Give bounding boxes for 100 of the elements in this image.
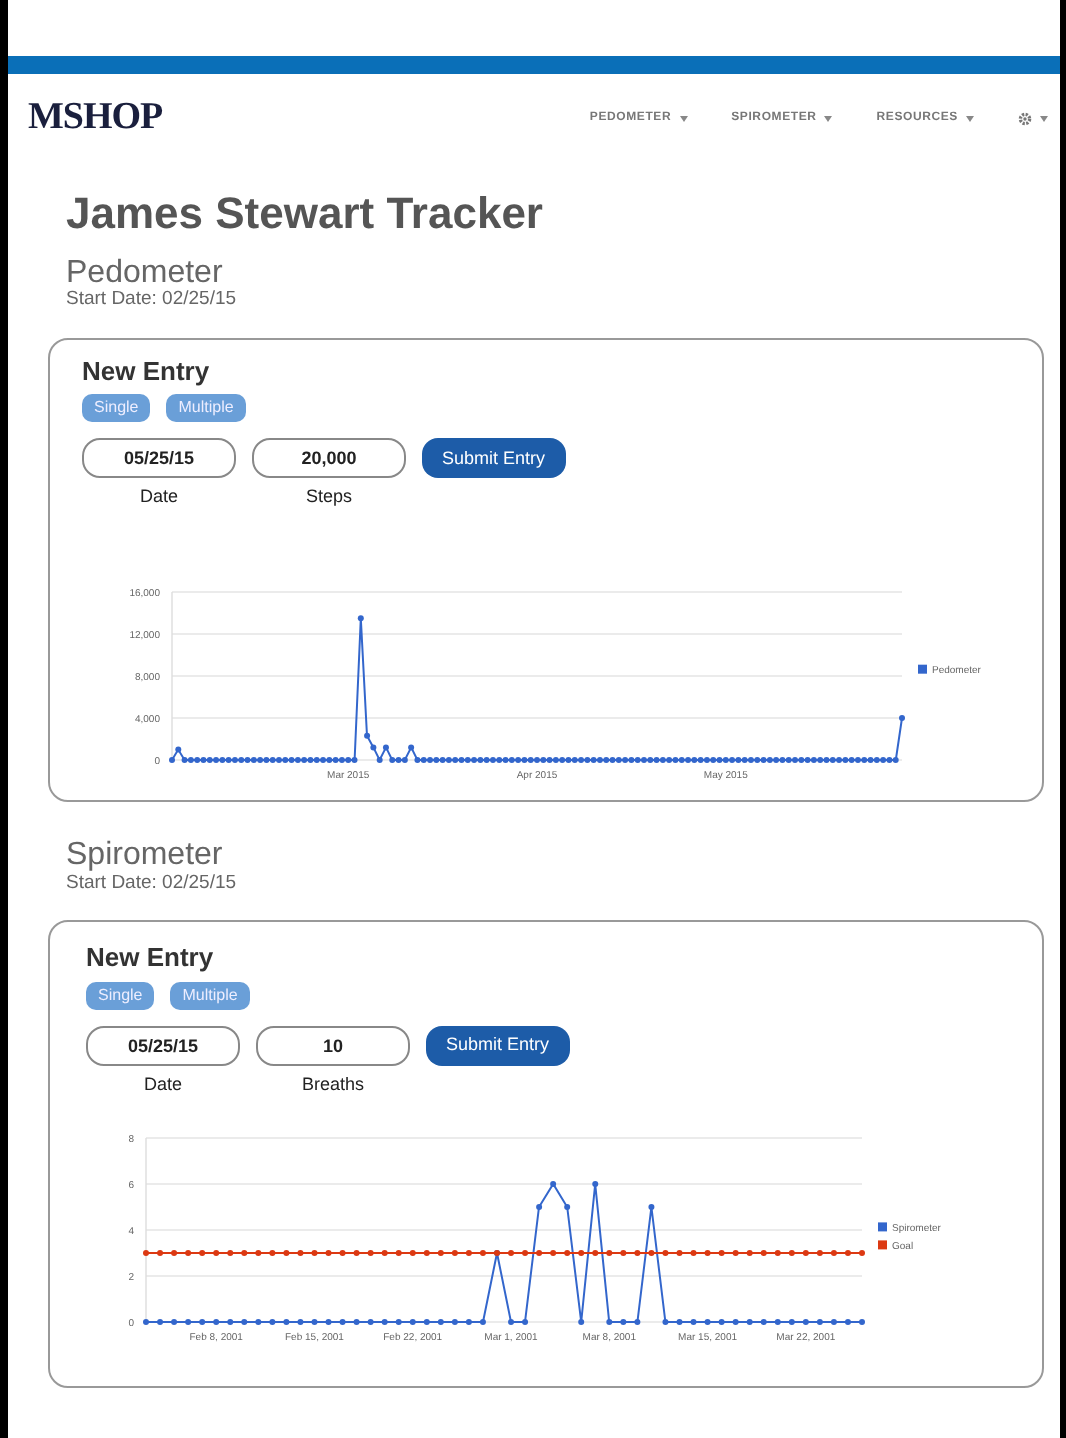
data-point (451, 1250, 458, 1257)
data-point (297, 1319, 304, 1326)
data-point (760, 1250, 767, 1257)
data-point (171, 1250, 178, 1257)
data-point (718, 1250, 725, 1257)
data-point (227, 1319, 234, 1326)
data-point (437, 1319, 444, 1326)
data-point (774, 1319, 781, 1326)
data-point (760, 1319, 767, 1326)
data-point (227, 1250, 234, 1257)
data-point (479, 1319, 486, 1326)
data-point (830, 1250, 837, 1257)
data-point (199, 1319, 206, 1326)
data-point (522, 1319, 529, 1326)
data-point (844, 1319, 851, 1326)
data-point (732, 1319, 739, 1326)
start-date: Start Date: 02/25/15 (66, 290, 239, 310)
data-point (746, 1250, 753, 1257)
data-point (508, 1250, 514, 1257)
data-point (185, 1250, 192, 1257)
data-point (578, 1319, 585, 1326)
data-point (704, 1319, 711, 1326)
data-point (564, 1204, 571, 1211)
data-point (409, 1319, 416, 1326)
data-point (788, 1319, 795, 1326)
data-point (676, 1319, 683, 1326)
caret-icon (824, 115, 833, 122)
data-point (255, 1250, 262, 1257)
data-point (353, 1250, 360, 1257)
data-point (508, 1319, 514, 1326)
data-point (423, 1250, 430, 1257)
page-title: James Stewart Tracker (64, 185, 545, 241)
data-point (213, 1319, 220, 1326)
data-point (283, 1250, 290, 1257)
data-point (732, 1250, 739, 1257)
data-point (550, 1250, 557, 1257)
data-point (690, 1319, 697, 1326)
data-point (592, 1181, 599, 1188)
data-point (143, 1250, 149, 1257)
data-point (269, 1250, 276, 1257)
data-point (578, 1250, 585, 1257)
entry-title: New Entry (86, 940, 216, 977)
data-point (311, 1250, 318, 1257)
caret-icon (1040, 115, 1048, 122)
data-point (175, 746, 182, 753)
data-point (718, 1319, 725, 1326)
data-point (648, 1204, 655, 1211)
entry-title: New Entry (82, 353, 212, 390)
submit-button[interactable]: Submit Entry (426, 1025, 570, 1066)
input-field[interactable]: 10 (256, 1025, 410, 1066)
submit-button[interactable]: Submit Entry (422, 438, 566, 479)
data-point (297, 1250, 304, 1257)
data-point (536, 1204, 543, 1211)
data-point (339, 1250, 346, 1257)
data-point (199, 1250, 206, 1257)
data-point (423, 1319, 430, 1326)
data-point (241, 1250, 248, 1257)
data-point (830, 1319, 837, 1326)
caret-icon (966, 115, 974, 122)
data-point (364, 732, 371, 739)
data-point (816, 1250, 823, 1257)
data-point (802, 1319, 809, 1326)
data-point (844, 1250, 851, 1257)
data-point (325, 1319, 332, 1326)
data-point (802, 1250, 809, 1257)
data-point (367, 1319, 374, 1326)
field-label: Steps (305, 484, 352, 511)
data-point (634, 1250, 641, 1257)
data-point (620, 1319, 627, 1326)
data-point (451, 1319, 458, 1326)
field-label: Date (143, 1071, 182, 1098)
caret-icon (679, 115, 688, 122)
section-title: Pedometer (66, 255, 225, 290)
data-point (746, 1319, 753, 1326)
data-point (143, 1319, 149, 1326)
input-field[interactable]: 05/25/15 (82, 438, 236, 479)
data-point (437, 1250, 444, 1257)
data-point (283, 1319, 290, 1326)
data-point (774, 1250, 781, 1257)
data-point (357, 615, 364, 622)
data-point (213, 1250, 220, 1257)
data-point (381, 1250, 388, 1257)
input-field[interactable]: 05/25/15 (86, 1025, 240, 1066)
data-point (662, 1250, 669, 1257)
data-point (465, 1250, 472, 1257)
brand-logo[interactable]: MSHOP (28, 90, 163, 147)
data-point (899, 714, 905, 721)
data-point (255, 1319, 262, 1326)
data-point (325, 1250, 332, 1257)
data-point (859, 1319, 865, 1326)
section-title: Spirometer (66, 837, 225, 874)
data-point (634, 1319, 641, 1326)
data-point (376, 756, 383, 763)
input-field[interactable]: 20,000 (252, 438, 406, 479)
data-point (395, 1250, 402, 1257)
settings-dropdown[interactable] (1018, 111, 1048, 126)
data-point (370, 744, 377, 751)
data-point (465, 1319, 472, 1326)
start-date: Start Date: 02/25/15 (66, 873, 239, 893)
data-point (171, 1319, 178, 1326)
